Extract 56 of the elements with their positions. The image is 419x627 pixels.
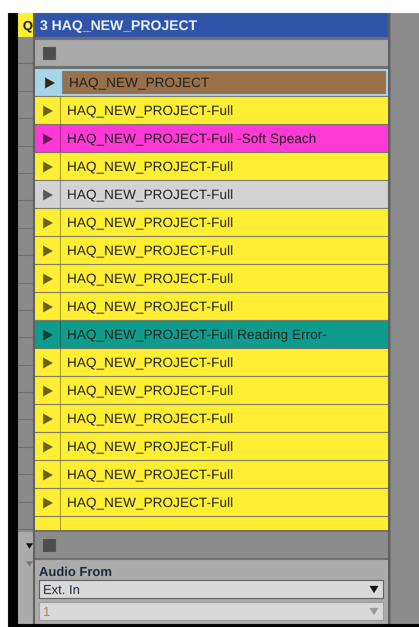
- play-icon: [42, 356, 53, 368]
- track-title[interactable]: 3 HAQ_NEW_PROJECT: [35, 13, 388, 37]
- clip-name: HAQ_NEW_PROJECT: [69, 75, 210, 90]
- play-icon: [42, 272, 53, 284]
- clip-name: HAQ_NEW_PROJECT-Full: [67, 411, 234, 426]
- clip-name: HAQ_NEW_PROJECT-Full: [67, 159, 234, 174]
- clip-slot[interactable]: HAQ_NEW_PROJECT-Full: [35, 293, 388, 320]
- play-icon: [42, 104, 53, 116]
- clip-name: HAQ_NEW_PROJECT-Full -Soft Speach: [67, 131, 316, 146]
- clip-slot[interactable]: HAQ_NEW_PROJECT-Full: [35, 153, 388, 180]
- play-icon: [42, 468, 53, 480]
- caret-icon: [369, 585, 379, 594]
- play-icon: [42, 216, 53, 228]
- clip-slot[interactable]: HAQ_NEW_PROJECT-Full: [35, 461, 388, 488]
- play-icon: [42, 160, 53, 172]
- play-icon: [42, 328, 53, 340]
- clip-slot[interactable]: HAQ_NEW_PROJECT-Full: [35, 181, 388, 208]
- clip-slot[interactable]: HAQ_NEW_PROJECT-Full: [35, 237, 388, 264]
- clip-name: HAQ_NEW_PROJECT-Full: [67, 271, 234, 286]
- clip-slot[interactable]: HAQ_NEW_PROJECT-Full: [35, 265, 388, 292]
- clip-slot[interactable]: HAQ_NEW_PROJECT-Full: [35, 377, 388, 404]
- caret-icon: [369, 607, 379, 616]
- play-icon: [44, 76, 55, 88]
- clip-slot[interactable]: HAQ_NEW_PROJECT-Full: [35, 97, 388, 124]
- clip-name: HAQ_NEW_PROJECT-Full: [67, 215, 234, 230]
- play-icon: [42, 188, 53, 200]
- clip-slot[interactable]: HAQ_NEW_PROJECT: [35, 69, 388, 96]
- clip-name: HAQ_NEW_PROJECT-Full: [67, 187, 234, 202]
- clip-slot[interactable]: HAQ_NEW_PROJECT-Full: [35, 433, 388, 460]
- play-icon: [42, 384, 53, 396]
- clip-name: HAQ_NEW_PROJECT-Full: [67, 103, 234, 118]
- play-icon: [42, 412, 53, 424]
- section-label: Audio From: [39, 564, 113, 579]
- play-icon: [42, 440, 53, 452]
- track-title[interactable]: Q: [18, 13, 33, 37]
- clip-name: HAQ_NEW_PROJECT-Full: [67, 299, 234, 314]
- clip-slot[interactable]: HAQ_NEW_PROJECT-Full: [35, 349, 388, 376]
- clip-name: HAQ_NEW_PROJECT-Full: [67, 355, 234, 370]
- clip-slot[interactable]: HAQ_NEW_PROJECT-Full -Soft Speach: [35, 125, 388, 152]
- clip-slot[interactable]: HAQ_NEW_PROJECT-Full Reading Error-: [35, 321, 388, 348]
- clip-slot[interactable]: HAQ_NEW_PROJECT-Full: [35, 405, 388, 432]
- clip-name: HAQ_NEW_PROJECT-Full: [67, 467, 234, 482]
- clip-slot[interactable]: HAQ_NEW_PROJECT-Full: [35, 489, 388, 516]
- play-icon: [42, 244, 53, 256]
- stop-button[interactable]: [35, 40, 388, 66]
- play-icon: [42, 496, 53, 508]
- play-icon: [42, 132, 53, 144]
- clip-slot[interactable]: HAQ_NEW_PROJECT-Full: [35, 209, 388, 236]
- clip-name: HAQ_NEW_PROJECT-Full: [67, 495, 234, 510]
- clip-name: HAQ_NEW_PROJECT-Full: [67, 383, 234, 398]
- input-dropdown[interactable]: Ext. In: [39, 580, 384, 599]
- clip-name: HAQ_NEW_PROJECT-Full: [67, 439, 234, 454]
- clip-name: HAQ_NEW_PROJECT-Full: [67, 243, 234, 258]
- play-icon: [42, 300, 53, 312]
- clip-name: HAQ_NEW_PROJECT-Full Reading Error-: [67, 327, 328, 342]
- stop-button[interactable]: [35, 532, 388, 558]
